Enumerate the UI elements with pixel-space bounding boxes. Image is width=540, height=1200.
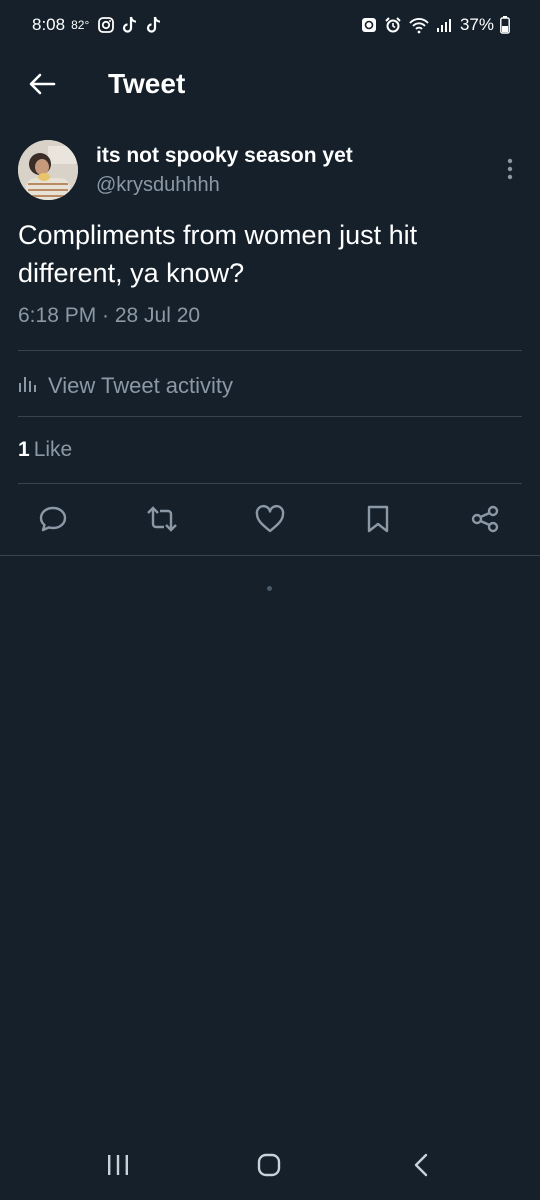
divider [18,350,522,351]
tweet-text: Compliments from women just hit differen… [18,220,418,288]
avatar[interactable] [18,140,78,200]
likes-count[interactable]: 1 Like [18,438,72,462]
like-count-label: Like [33,438,73,461]
author-display-name[interactable]: its not spooky season yet [96,144,353,168]
loading-indicator [267,586,272,591]
divider [18,483,522,484]
page-title: Tweet [108,68,186,99]
more-options-icon[interactable] [498,154,522,184]
author-handle[interactable]: @krysduhhhh [96,174,220,197]
analytics-icon [18,373,38,399]
tweet-timestamp: 6:18 PM · 28 Jul 20 [18,304,201,327]
view-tweet-activity-label: View Tweet activity [48,373,234,398]
like-count-value: 1 [18,438,30,461]
reply-icon[interactable] [36,502,70,536]
status-battery: 37% [459,15,494,34]
tiktok-icon [121,15,139,35]
divider [18,416,522,417]
retweet-icon[interactable] [145,502,179,536]
back-icon[interactable] [404,1150,438,1180]
status-temperature: 82° [71,18,90,32]
home-icon[interactable] [252,1150,286,1180]
sync-icon [360,16,378,34]
recent-apps-icon[interactable] [101,1150,135,1180]
status-time: 8:08 [32,15,66,34]
divider [0,555,540,556]
wifi-icon [408,16,430,34]
share-icon[interactable] [468,502,502,536]
battery-icon [500,16,510,34]
signal-icon [436,17,454,33]
tweet-action-bar [0,494,540,546]
tweet-author: its not spooky season yet @krysduhhhh [18,140,522,204]
top-app-bar: Tweet [0,50,540,118]
like-icon[interactable] [253,502,287,536]
alarm-icon [384,16,402,34]
system-navigation-bar [0,1130,540,1200]
tiktok-icon [145,15,163,35]
bookmark-icon[interactable] [361,502,395,536]
back-arrow-icon[interactable] [26,68,58,100]
instagram-icon [97,16,115,34]
view-tweet-activity-link[interactable]: View Tweet activity [18,366,233,406]
status-bar: 8:08 82° 37% [0,0,540,50]
